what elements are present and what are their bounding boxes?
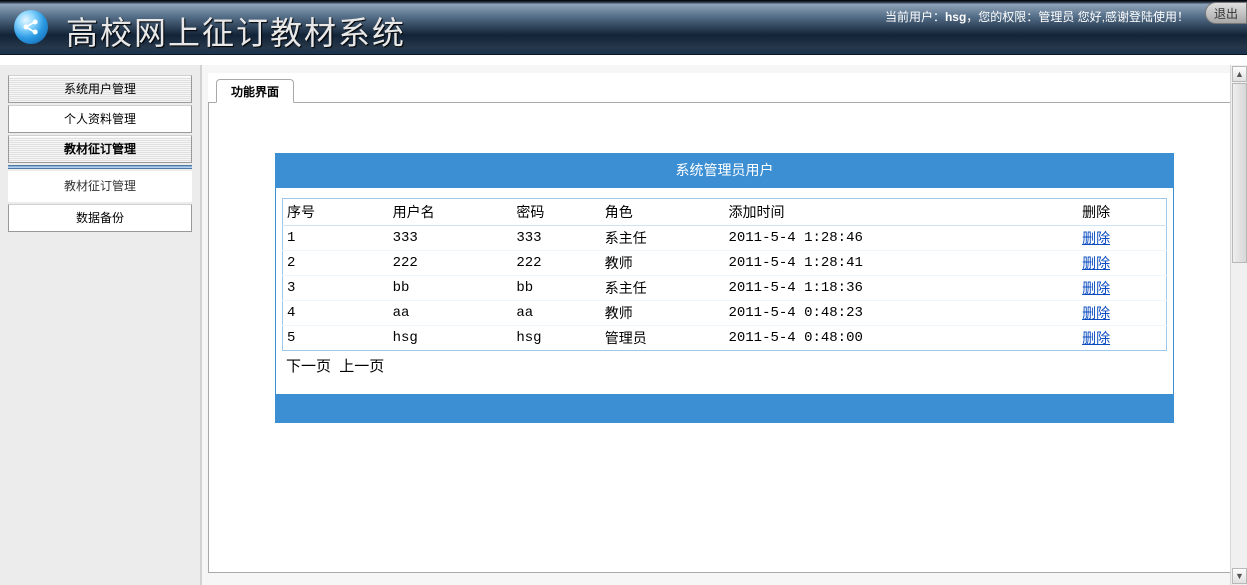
content-area: 功能界面 系统管理员用户 序号 用户名 (200, 65, 1247, 585)
delete-link[interactable]: 删除 (1082, 232, 1110, 248)
nav-textbook-order[interactable]: 教材征订管理 (8, 135, 192, 163)
nav-backup[interactable]: 数据备份 (8, 204, 192, 232)
scroll-thumb[interactable] (1232, 83, 1247, 263)
cell-username: aa (389, 301, 513, 326)
pager: 下一页 上一页 (282, 351, 1167, 382)
admin-users-panel: 系统管理员用户 序号 用户名 密码 角色 (275, 153, 1174, 423)
col-action: 删除 (1078, 199, 1166, 226)
nav-system-users[interactable]: 系统用户管理 (8, 75, 192, 103)
table-row: 2222222教师2011-5-4 1:28:41删除 (283, 251, 1167, 276)
scroll-down-icon[interactable]: ▼ (1232, 568, 1247, 584)
app-logo-icon (14, 10, 48, 44)
col-created: 添加时间 (724, 199, 1078, 226)
cell-action: 删除 (1078, 226, 1166, 251)
cell-id: 2 (283, 251, 389, 276)
nav-sub-textbook-order[interactable]: 教材征订管理 (8, 171, 192, 202)
cell-role: 管理员 (601, 326, 725, 351)
cell-password: aa (512, 301, 600, 326)
current-username: hsg (945, 10, 966, 24)
delete-link[interactable]: 删除 (1082, 257, 1110, 273)
cell-username: 222 (389, 251, 513, 276)
cell-id: 3 (283, 276, 389, 301)
col-role: 角色 (601, 199, 725, 226)
panel-wrap: 系统管理员用户 序号 用户名 密码 角色 (209, 103, 1240, 443)
app-title: 高校网上征订教材系统 (66, 8, 406, 54)
app-header: 高校网上征订教材系统 当前用户：hsg，您的权限：管理员 您好,感谢登陆使用！ … (0, 0, 1247, 55)
nav-label: 个人资料管理 (64, 112, 136, 126)
scroll-up-icon[interactable]: ▲ (1232, 66, 1247, 82)
cell-role: 系主任 (601, 226, 725, 251)
col-username: 用户名 (389, 199, 513, 226)
cell-created: 2011-5-4 0:48:23 (724, 301, 1078, 326)
table-row: 1333333系主任2011-5-4 1:28:46删除 (283, 226, 1167, 251)
cell-id: 4 (283, 301, 389, 326)
sidebar: 系统用户管理 个人资料管理 教材征订管理 教材征订管理 数据备份 (0, 65, 200, 585)
table-row: 5hsghsg管理员2011-5-4 0:48:00删除 (283, 326, 1167, 351)
panel-footer (276, 394, 1173, 422)
userbar-suffix: 您好,感谢登陆使用！ (1074, 10, 1189, 24)
panel-body: 序号 用户名 密码 角色 添加时间 删除 1333333系主任2011-5-4 … (276, 188, 1173, 386)
cell-id: 5 (283, 326, 389, 351)
cell-created: 2011-5-4 0:48:00 (724, 326, 1078, 351)
header-spacer (0, 55, 1247, 65)
tab-bar: 功能界面 (208, 73, 1241, 103)
pager-prev[interactable]: 上一页 (339, 358, 384, 375)
user-bar: 当前用户：hsg，您的权限：管理员 您好,感谢登陆使用！ (885, 8, 1189, 25)
cell-username: hsg (389, 326, 513, 351)
cell-created: 2011-5-4 1:28:46 (724, 226, 1078, 251)
users-table: 序号 用户名 密码 角色 添加时间 删除 1333333系主任2011-5-4 … (282, 198, 1167, 351)
userbar-prefix: 当前用户： (885, 10, 945, 24)
cell-created: 2011-5-4 1:28:41 (724, 251, 1078, 276)
cell-action: 删除 (1078, 276, 1166, 301)
userbar-mid: ，您的权限： (966, 10, 1038, 24)
tab-function-panel[interactable]: 功能界面 (216, 79, 294, 103)
content-inner: 功能界面 系统管理员用户 序号 用户名 (208, 73, 1241, 573)
nav-label: 教材征订管理 (64, 142, 136, 156)
delete-link[interactable]: 删除 (1082, 332, 1110, 348)
cell-username: 333 (389, 226, 513, 251)
cell-role: 教师 (601, 251, 725, 276)
table-row: 4aaaa教师2011-5-4 0:48:23删除 (283, 301, 1167, 326)
nav-separator (8, 165, 192, 169)
logout-button[interactable]: 退出 (1205, 2, 1247, 24)
cell-password: 222 (512, 251, 600, 276)
vertical-scrollbar[interactable]: ▲ ▼ (1230, 65, 1247, 585)
cell-username: bb (389, 276, 513, 301)
delete-link[interactable]: 删除 (1082, 307, 1110, 323)
delete-link[interactable]: 删除 (1082, 282, 1110, 298)
nav-sub-label: 教材征订管理 (64, 179, 136, 193)
col-id: 序号 (283, 199, 389, 226)
cell-password: hsg (512, 326, 600, 351)
panel-title: 系统管理员用户 (276, 154, 1173, 188)
col-password: 密码 (512, 199, 600, 226)
main-layout: 系统用户管理 个人资料管理 教材征订管理 教材征订管理 数据备份 功能界面 系统… (0, 65, 1247, 585)
nav-label: 系统用户管理 (64, 82, 136, 96)
table-header-row: 序号 用户名 密码 角色 添加时间 删除 (283, 199, 1167, 226)
cell-action: 删除 (1078, 326, 1166, 351)
cell-role: 教师 (601, 301, 725, 326)
table-row: 3bbbb系主任2011-5-4 1:18:36删除 (283, 276, 1167, 301)
cell-action: 删除 (1078, 301, 1166, 326)
cell-password: 333 (512, 226, 600, 251)
cell-id: 1 (283, 226, 389, 251)
cell-created: 2011-5-4 1:18:36 (724, 276, 1078, 301)
share-icon (21, 17, 41, 37)
cell-action: 删除 (1078, 251, 1166, 276)
nav-label: 数据备份 (76, 211, 124, 225)
current-role: 管理员 (1038, 10, 1074, 24)
cell-password: bb (512, 276, 600, 301)
nav-profile[interactable]: 个人资料管理 (8, 105, 192, 133)
pager-next[interactable]: 下一页 (286, 358, 331, 375)
cell-role: 系主任 (601, 276, 725, 301)
